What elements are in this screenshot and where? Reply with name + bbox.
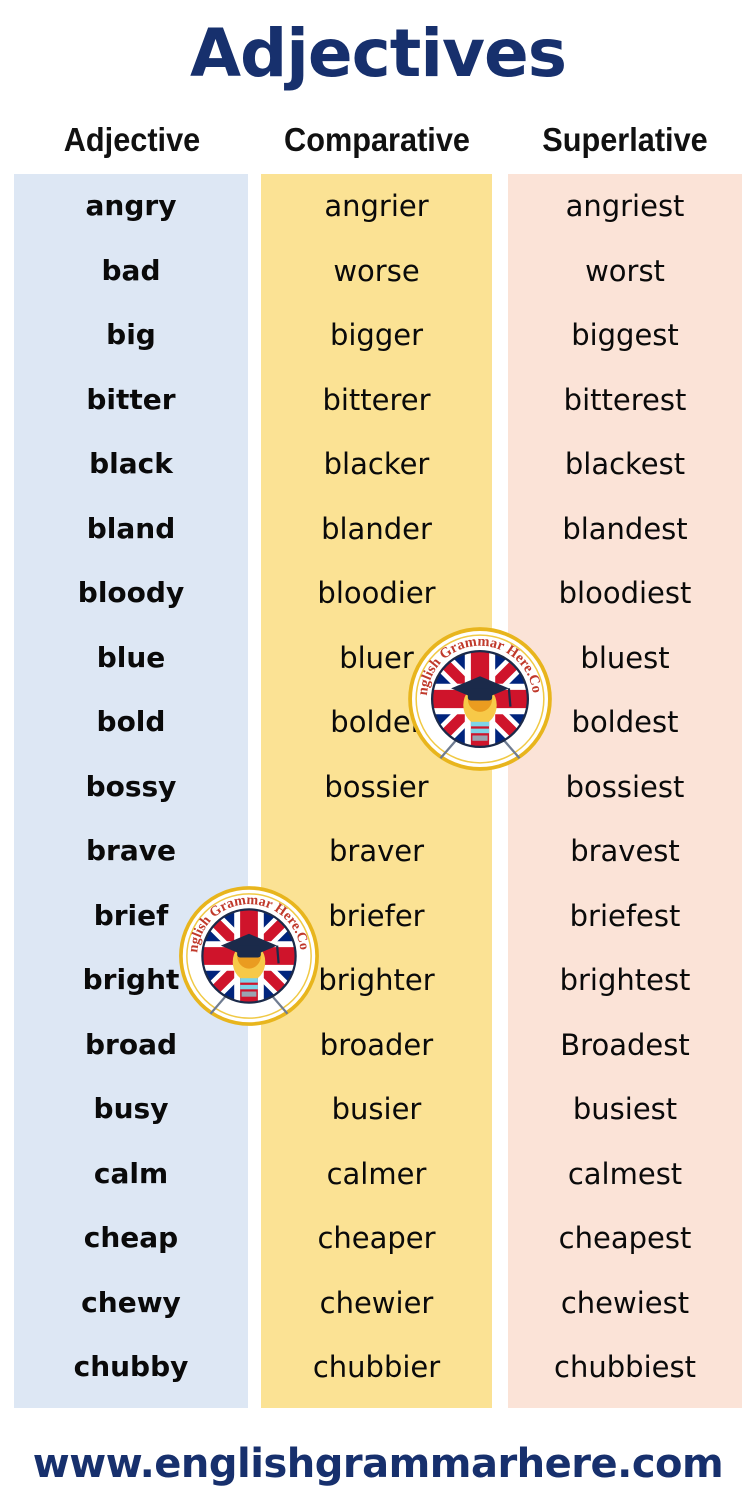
table-cell-adjective: bold xyxy=(96,705,166,738)
table-cell-superlative: Broadest xyxy=(560,1027,690,1062)
table-cell-comparative: worse xyxy=(333,253,420,288)
table-cell-comparative: busier xyxy=(331,1092,422,1126)
table-cell-comparative: braver xyxy=(328,834,425,868)
table-cell-comparative: bluer xyxy=(339,640,414,675)
table-cell-adjective: angry xyxy=(85,189,177,222)
table-cell-adjective: black xyxy=(89,447,173,480)
column-header-superlative: Superlative xyxy=(542,121,708,158)
table-cell-adjective: bright xyxy=(82,963,180,996)
column-header-comparative: Comparative xyxy=(284,121,470,158)
table-cell-adjective: calm xyxy=(93,1156,169,1190)
table-cell-comparative: bolder xyxy=(330,705,423,739)
table-cell-comparative: bossier xyxy=(324,769,429,804)
table-cell-comparative: blacker xyxy=(323,447,430,481)
table-cell-adjective: chubby xyxy=(73,1350,189,1383)
table-cell-comparative: cheaper xyxy=(317,1221,436,1255)
table-cell-adjective: bossy xyxy=(85,769,177,803)
table-cell-superlative: chewiest xyxy=(560,1285,690,1320)
table-cell-adjective: big xyxy=(106,318,156,351)
table-cell-superlative: busiest xyxy=(572,1092,678,1126)
table-cell-comparative: chubbier xyxy=(312,1350,441,1384)
table-cell-adjective: brief xyxy=(93,898,169,932)
table-cell-superlative: briefest xyxy=(569,898,681,933)
column-header-adjective: Adjective xyxy=(63,121,201,158)
page-title: Adjectives xyxy=(189,15,567,92)
table-cell-adjective: bloody xyxy=(77,576,185,609)
table-cell-adjective: chewy xyxy=(81,1285,181,1319)
table-cell-adjective: broad xyxy=(84,1027,178,1061)
table-cell-superlative: angriest xyxy=(565,189,685,223)
table-cell-superlative: bossiest xyxy=(565,769,685,804)
table-cell-superlative: chubbiest xyxy=(554,1350,696,1384)
table-cell-adjective: bad xyxy=(101,253,161,287)
table-cell-adjective: bland xyxy=(86,511,176,545)
table-cell-comparative: calmer xyxy=(326,1156,427,1191)
table-cell-adjective: blue xyxy=(96,640,166,674)
table-cell-comparative: bitterer xyxy=(322,382,431,417)
column-superlative: angriest worst biggest bitterest blackest bla… xyxy=(508,174,742,1408)
table-cell-comparative: briefer xyxy=(328,898,425,933)
column-header-row: Adjective Comparative Superlative xyxy=(0,118,756,164)
table-cell-superlative: bitterest xyxy=(563,382,687,417)
table-cell-comparative: bigger xyxy=(329,318,424,352)
column-comparative: angrier worse bigger bitterer blacker blander… xyxy=(261,174,492,1408)
adjectives-table: angry bad big bitter black bland bloody blue bol… xyxy=(0,174,756,1408)
table-cell-superlative: bloodiest xyxy=(558,576,692,610)
table-cell-adjective: cheap xyxy=(83,1221,179,1254)
site-url-footer: www.englishgrammarhere.com xyxy=(32,1441,724,1487)
table-cell-superlative: blandest xyxy=(562,511,688,546)
table-cell-adjective: brave xyxy=(86,834,176,867)
table-cell-superlative: boldest xyxy=(571,705,679,739)
table-cell-superlative: bluest xyxy=(580,640,670,675)
table-cell-superlative: cheapest xyxy=(558,1221,692,1255)
table-cell-superlative: brightest xyxy=(559,963,691,997)
table-cell-adjective: bitter xyxy=(86,382,176,416)
table-cell-superlative: bravest xyxy=(570,834,680,868)
table-cell-comparative: brighter xyxy=(318,963,435,997)
table-cell-comparative: blander xyxy=(321,511,432,546)
table-cell-comparative: bloodier xyxy=(317,576,436,610)
table-cell-superlative: calmest xyxy=(567,1156,683,1191)
table-cell-comparative: broader xyxy=(319,1027,434,1062)
table-cell-superlative: blackest xyxy=(564,447,686,481)
column-adjective: angry bad big bitter black bland bloody blue bol… xyxy=(14,174,248,1408)
table-cell-superlative: biggest xyxy=(571,318,679,352)
table-cell-comparative: angrier xyxy=(324,189,429,223)
table-cell-comparative: chewier xyxy=(319,1285,434,1320)
table-cell-superlative: worst xyxy=(585,253,665,288)
table-cell-adjective: busy xyxy=(93,1092,169,1125)
